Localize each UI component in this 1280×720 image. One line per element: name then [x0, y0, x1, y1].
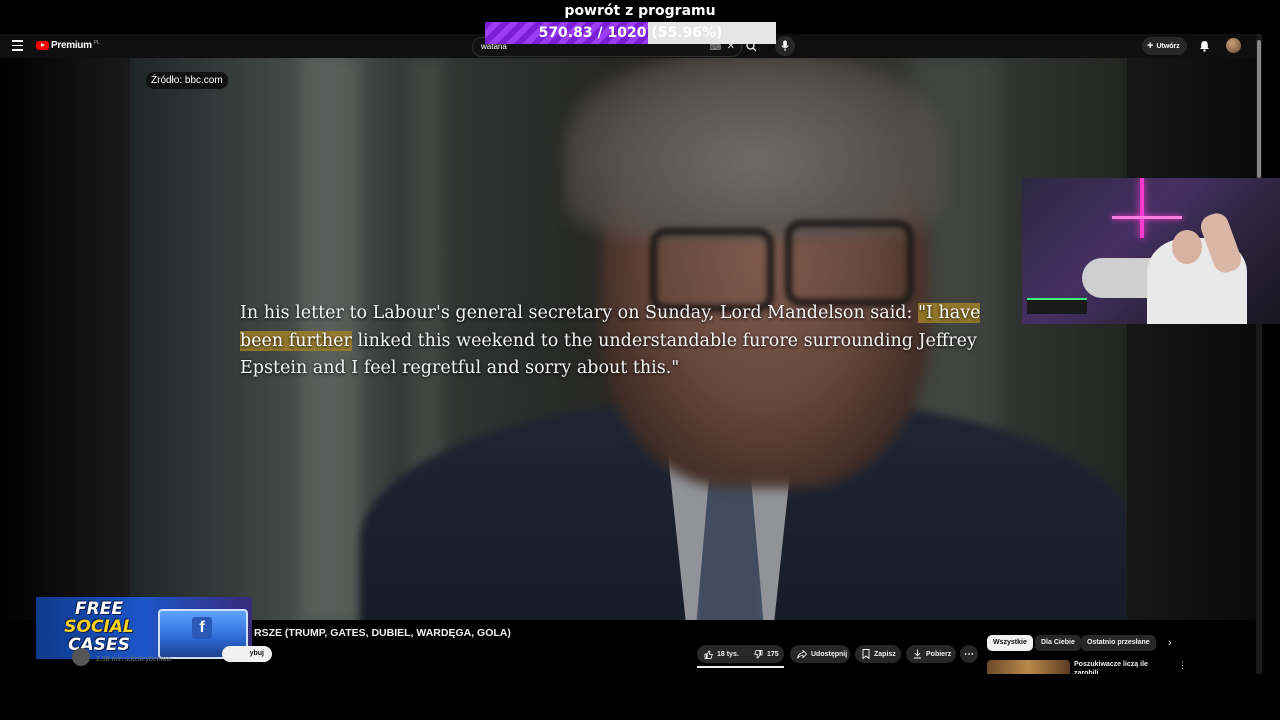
banner-text: FREE SOCIAL CASES	[44, 600, 154, 654]
share-icon	[797, 649, 807, 659]
banner-line-1: FREE	[75, 599, 123, 619]
recommendation-thumbnail[interactable]	[987, 660, 1070, 674]
quote-before: In his letter to Labour's general secret…	[240, 303, 918, 323]
dislike-button[interactable]: 175	[747, 645, 784, 663]
source-badge: Źródło: bbc.com	[146, 72, 228, 89]
logo-country: PL	[93, 39, 100, 46]
chip-all[interactable]: Wszystkie	[987, 635, 1033, 651]
overlay-progress-bar: 570.83 / 1020 (55.96%)	[485, 22, 776, 44]
player-right-margin	[1127, 58, 1256, 620]
bookmark-icon	[862, 649, 870, 659]
avatar[interactable]	[1226, 38, 1241, 53]
share-button[interactable]: Udostępnij	[790, 645, 850, 663]
overlay-progress-percent: (55.96%)	[651, 25, 723, 41]
free-social-cases-banner: FREE SOCIAL CASES f	[36, 597, 252, 659]
player-left-margin	[0, 58, 130, 620]
subscribe-button[interactable]: ybuj	[222, 646, 272, 662]
video-quote-text: In his letter to Labour's general secret…	[240, 300, 1010, 383]
thumbs-up-icon	[704, 649, 713, 659]
facebook-icon: f	[192, 617, 212, 639]
chevron-right-icon[interactable]: ›	[1168, 637, 1172, 649]
subscriber-count: 2,98 mln subskrybentów	[96, 656, 172, 663]
voice-search-button[interactable]	[775, 36, 795, 56]
like-count: 18 tys.	[717, 650, 739, 658]
chip-recently-uploaded[interactable]: Ostatnio przesłane	[1081, 635, 1156, 651]
recommendation-title[interactable]: Poszukiwacze liczą ile zarobili	[1074, 660, 1174, 674]
more-actions-icon[interactable]: ⋯	[960, 645, 978, 663]
notifications-bell-icon[interactable]	[1199, 40, 1210, 52]
banner-line-2: SOCIAL	[64, 617, 134, 637]
download-icon	[914, 649, 921, 659]
save-button[interactable]: Zapisz	[855, 645, 901, 663]
keyboard-icon[interactable]: ⌨	[709, 43, 721, 52]
youtube-play-icon	[36, 41, 49, 50]
overlay-title: powrót z programu	[564, 3, 716, 19]
create-button[interactable]: + Utwórz	[1142, 37, 1187, 55]
overlay-progress-value: 570.83 / 1020	[538, 25, 647, 41]
menu-icon[interactable]	[12, 40, 23, 52]
scrollbar-thumb[interactable]	[1257, 40, 1261, 178]
save-label: Zapisz	[874, 650, 896, 658]
mic-icon	[781, 40, 789, 51]
chip-for-you[interactable]: Dla Ciebie	[1035, 635, 1081, 651]
overlay-progress-text: 570.83 / 1020 (55.96%)	[485, 22, 776, 44]
dislike-count: 175	[767, 650, 779, 658]
logo-text: Premium	[51, 40, 92, 51]
streamer-webcam	[1022, 178, 1280, 324]
thumbs-down-icon	[754, 649, 763, 659]
plus-icon: +	[1147, 39, 1154, 52]
recommendation-more-icon[interactable]: ⋮	[1178, 660, 1187, 671]
download-button[interactable]: Pobierz	[906, 645, 956, 663]
banner-line-3: CASES	[68, 635, 130, 655]
like-ratio-bar	[697, 666, 784, 668]
share-label: Udostępnij	[811, 650, 848, 658]
video-title: RSZE (TRUMP, GATES, DUBIEL, WARDĘGA, GOL…	[254, 627, 511, 639]
download-label: Pobierz	[926, 650, 952, 658]
youtube-logo[interactable]: Premium PL	[36, 40, 100, 51]
channel-avatar[interactable]	[72, 648, 90, 666]
create-label: Utwórz	[1156, 42, 1180, 50]
like-button[interactable]: 18 tys.	[697, 645, 747, 663]
